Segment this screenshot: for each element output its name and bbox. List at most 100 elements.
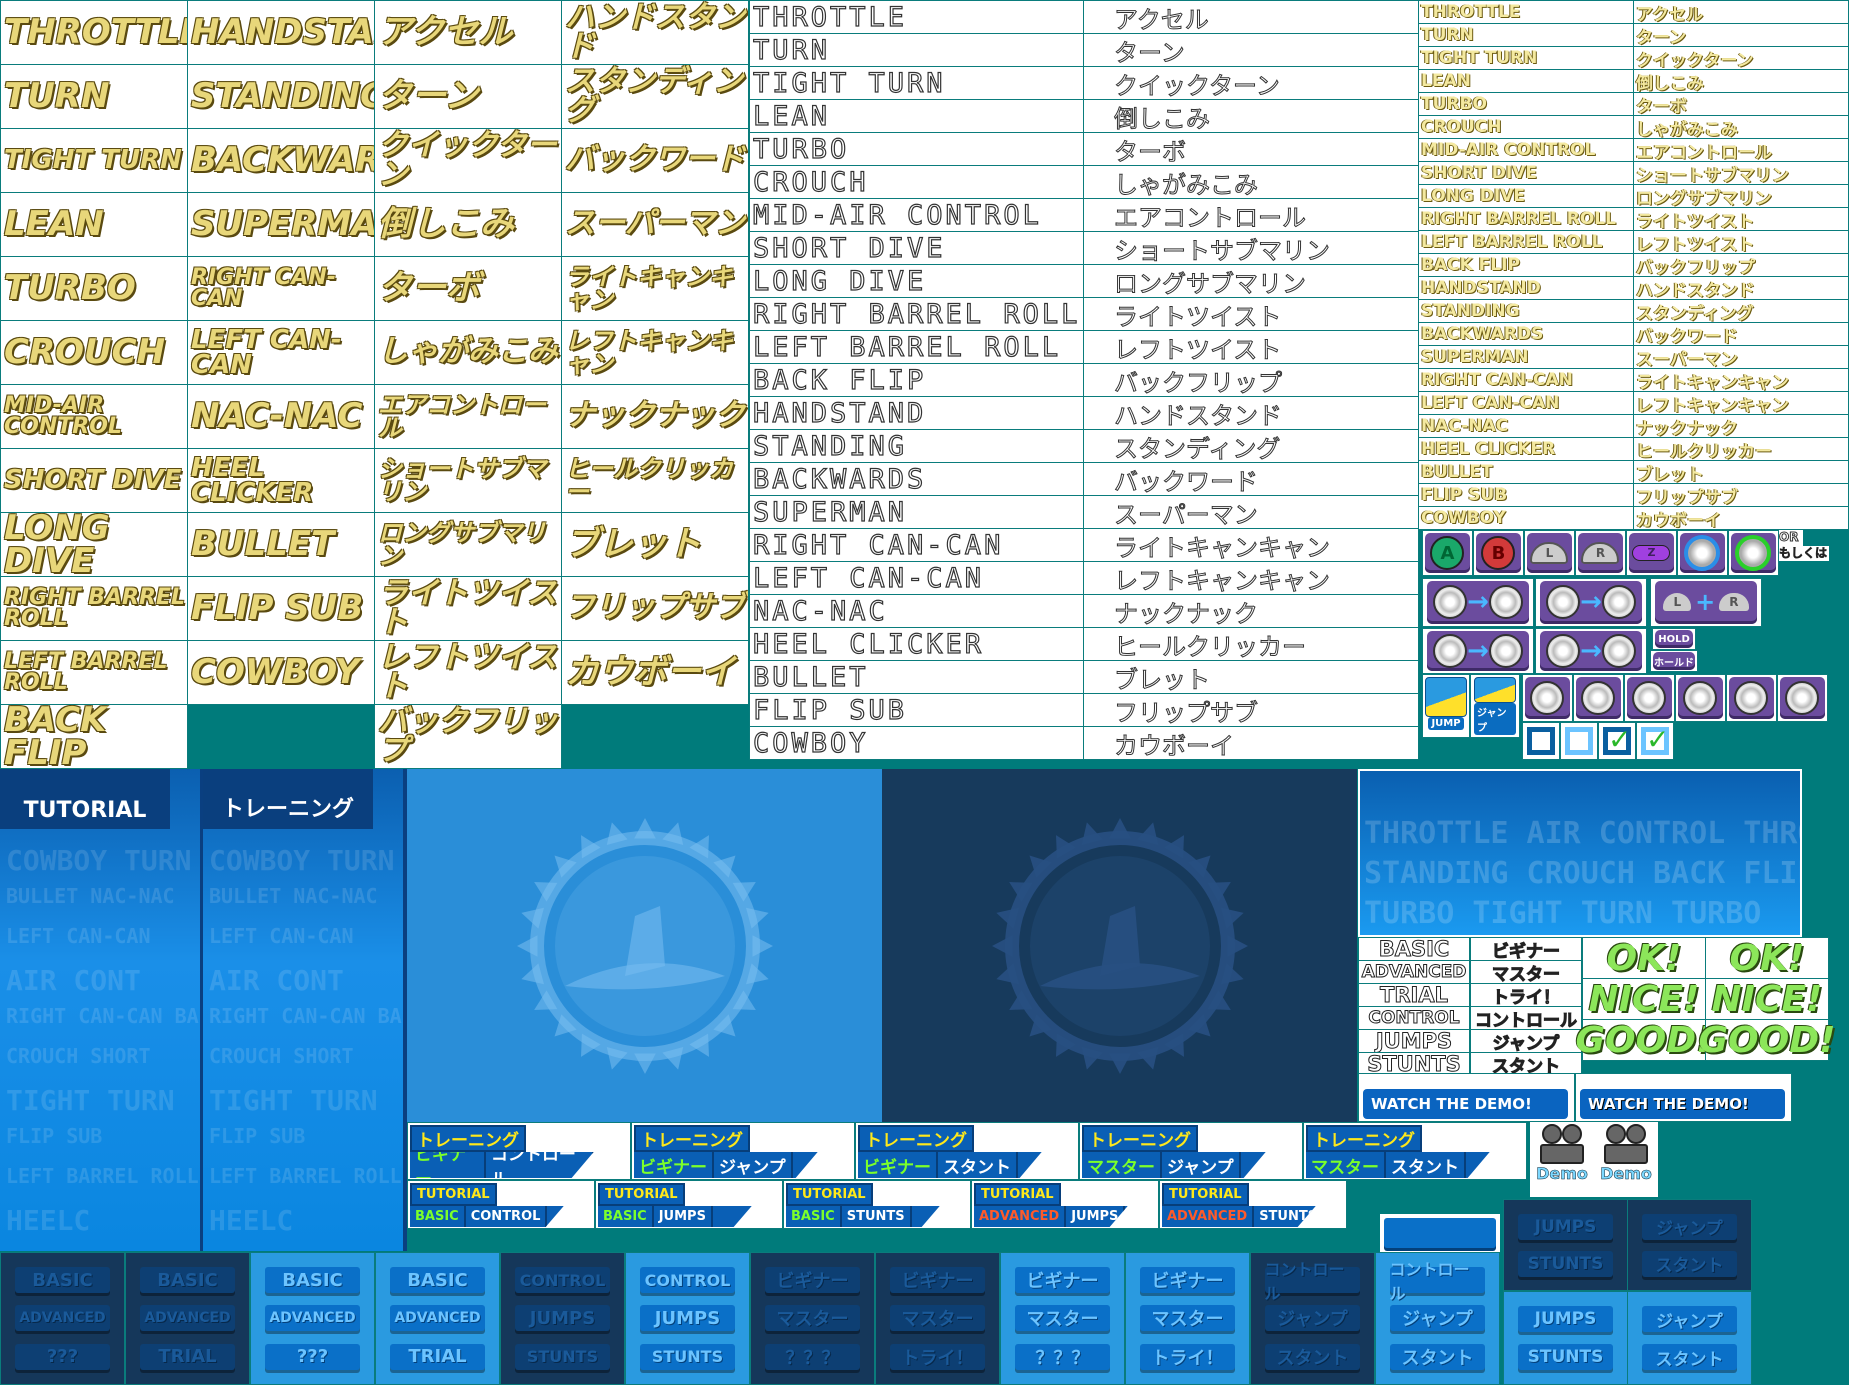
gold-label-cell: ブレット — [561, 512, 749, 577]
tutorial-panel-title: トレーニング — [203, 769, 373, 829]
label-ja: マスター — [1470, 960, 1582, 985]
menu-button[interactable]: コントロール — [1264, 1260, 1361, 1303]
watch-demo-button[interactable]: WATCH THE DEMO! — [1358, 1073, 1575, 1122]
menu-button[interactable]: TRIAL — [389, 1343, 486, 1370]
outlined-label-en: TIGHT TURN — [749, 66, 1084, 100]
gold-label-cell: BACK FLIP — [0, 704, 188, 769]
small-label-ja: ライトキャンキャン — [1633, 368, 1849, 392]
menu-button[interactable]: STUNTS — [1517, 1344, 1614, 1370]
menu-button[interactable]: ADVANCED — [14, 1305, 111, 1332]
b-button-icon: B — [1473, 530, 1524, 576]
small-label-ja: クイックターン — [1633, 46, 1849, 70]
watermark-text: CROUCH SHORT — [6, 1044, 151, 1068]
menu-button[interactable]: ビギナー — [764, 1267, 861, 1294]
menu-button[interactable]: JUMPS — [1517, 1306, 1614, 1332]
menu-button[interactable]: ジャンプ — [1389, 1305, 1486, 1332]
outlined-label-en: TURN — [749, 33, 1084, 67]
menu-button[interactable]: マスター — [889, 1305, 986, 1332]
menu-button[interactable]: CONTROL — [514, 1267, 611, 1294]
gold-label-cell: STANDING — [187, 64, 375, 129]
stick-down-to-up-icon: → — [1535, 578, 1647, 627]
banner-topic: スタント — [1386, 1152, 1466, 1178]
banner-tab: トレーニング — [858, 1125, 974, 1152]
menu-button[interactable]: ジャンプ — [1641, 1306, 1738, 1332]
gold-label-cell: HANDSTAND — [187, 0, 375, 65]
small-text: アクセル — [1636, 4, 1704, 24]
gold-label-cell: ライトツイスト — [374, 576, 562, 641]
small-text: ロングサブマリン — [1636, 188, 1772, 208]
menu-button[interactable]: JUMPS — [1517, 1213, 1614, 1240]
gold-label-cell: しゃがみこみ — [374, 320, 562, 385]
menu-button[interactable]: マスター — [1139, 1305, 1236, 1332]
menu-button[interactable]: ジャンプ — [1264, 1305, 1361, 1332]
blank-button[interactable] — [1380, 1214, 1500, 1252]
menu-button[interactable]: STUNTS — [514, 1343, 611, 1370]
gold-label-cell: TURBO — [0, 256, 188, 321]
or-text-ja: もしくは — [1779, 545, 1829, 562]
menu-button[interactable]: スタント — [1389, 1343, 1486, 1370]
gold-trick-label: カウボーイ — [565, 652, 735, 693]
menu-button[interactable]: TRIAL — [139, 1343, 236, 1370]
menu-button[interactable]: BASIC — [264, 1267, 361, 1294]
watch-demo-button[interactable]: WATCH THE DEMO! — [1575, 1073, 1792, 1122]
outlined-label-ja: ライトキャンキャン — [1083, 528, 1419, 562]
menu-button[interactable]: ??? — [14, 1343, 111, 1370]
menu-button[interactable]: JUMPS — [514, 1305, 611, 1332]
outlined-label-en: TURBO — [749, 132, 1084, 166]
outlined-text: BACK FLIP — [752, 364, 927, 396]
small-label-en: LEAN — [1418, 69, 1634, 93]
menu-button[interactable]: STUNTS — [639, 1343, 736, 1370]
menu-button[interactable]: ？？？ — [764, 1343, 861, 1370]
menu-button[interactable]: JUMPS — [639, 1305, 736, 1332]
gold-label-cell: スーパーマン — [561, 192, 749, 257]
outlined-text: HEEL CLICKER — [752, 628, 985, 660]
small-label-en: NAC-NAC — [1418, 414, 1634, 438]
gold-trick-label: アクセル — [378, 12, 513, 53]
menu-button[interactable]: ビギナー — [889, 1267, 986, 1294]
menu-button[interactable]: マスター — [1014, 1305, 1111, 1332]
menu-button[interactable]: ADVANCED — [139, 1305, 236, 1332]
gold-label-cell: RIGHT CAN-CAN — [187, 256, 375, 321]
menu-button[interactable]: スタント — [1641, 1250, 1738, 1277]
gold-trick-label: ブレット — [565, 524, 701, 565]
stick-down-right-icon — [1777, 674, 1828, 722]
menu-button[interactable]: BASIC — [389, 1267, 486, 1294]
menu-button[interactable]: BASIC — [139, 1267, 236, 1294]
menu-button[interactable]: ビギナー — [1014, 1267, 1111, 1294]
menu-button[interactable]: トライ！ — [889, 1343, 986, 1370]
outlined-text: LEFT CAN-CAN — [752, 562, 985, 594]
menu-button[interactable]: ？？？ — [1014, 1343, 1111, 1370]
small-text: スーパーマン — [1636, 349, 1738, 369]
menu-button[interactable]: ADVANCED — [389, 1305, 486, 1332]
menu-button[interactable]: トライ！ — [1139, 1343, 1236, 1370]
menu-button[interactable]: コントロール — [1389, 1260, 1486, 1303]
small-text: HEEL CLICKER — [1421, 439, 1556, 459]
small-label-en: BULLET — [1418, 460, 1634, 484]
menu-button[interactable]: ??? — [264, 1343, 361, 1370]
word-texture-strip: THROTTLE AIR CONTROL THROTTLE STANDING CR… — [1358, 769, 1802, 937]
watch-demo-label: WATCH THE DEMO! — [1580, 1089, 1785, 1119]
small-label-en: LEFT BARREL ROLL — [1418, 230, 1634, 254]
menu-button[interactable]: スタント — [1641, 1344, 1738, 1370]
gold-label-cell: カウボーイ — [561, 640, 749, 705]
gold-label-cell: レフトツイスト — [374, 640, 562, 705]
menu-button[interactable]: STUNTS — [1517, 1250, 1614, 1277]
menu-button[interactable]: BASIC — [14, 1267, 111, 1294]
outlined-label-ja: ライトツイスト — [1083, 297, 1419, 331]
outlined-label-en: STANDING — [749, 429, 1084, 463]
menu-button[interactable]: CONTROL — [639, 1267, 736, 1294]
small-label-ja: ロングサブマリン — [1633, 184, 1849, 208]
menu-button[interactable]: ジャンプ — [1641, 1213, 1738, 1240]
gold-trick-label: RIGHT CAN-CAN — [191, 264, 336, 311]
menu-button[interactable]: ビギナー — [1139, 1267, 1236, 1294]
gold-label-cell: エアコントロール — [374, 384, 562, 449]
menu-button[interactable]: マスター — [764, 1305, 861, 1332]
outlined-label-en: HEEL CLICKER — [749, 627, 1084, 661]
menu-button[interactable]: スタント — [1264, 1343, 1361, 1370]
small-label-en: TURBO — [1418, 92, 1634, 116]
menu-button-panel: CONTROL JUMPS STUNTS — [625, 1252, 750, 1385]
menu-button[interactable]: ADVANCED — [264, 1305, 361, 1332]
small-text: ヒールクリッカー — [1636, 441, 1772, 461]
rotate-clockwise-icon — [1728, 530, 1779, 576]
small-label-ja: 倒しこみ — [1633, 69, 1849, 93]
